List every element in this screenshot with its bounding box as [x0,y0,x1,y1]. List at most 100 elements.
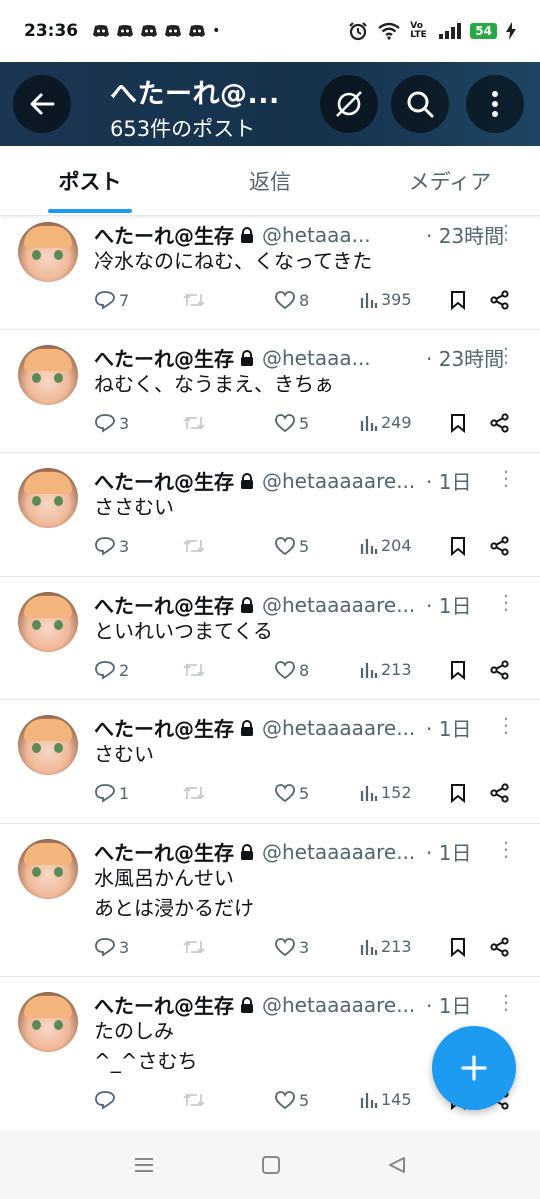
post-menu-icon[interactable]: ⋮ [496,590,516,614]
avatar[interactable] [18,222,78,282]
like-button[interactable]: 8 [274,290,309,310]
display-name[interactable]: へたーれ@生存 [94,220,234,249]
user-handle[interactable]: @hetaaaaare... [262,716,420,740]
post-menu-icon[interactable]: ⋮ [496,837,516,861]
reply-button[interactable] [94,1090,119,1110]
views-button[interactable]: 152 [360,783,412,802]
repost-icon [183,786,205,800]
views-button[interactable]: 395 [360,290,412,309]
share-icon [490,937,509,957]
heart-icon [275,414,295,433]
post-time[interactable]: · 23時間 [426,343,504,372]
recent-apps-icon[interactable] [133,1156,155,1174]
post-time[interactable]: · 23時間 [426,220,504,249]
like-button[interactable]: 5 [274,536,309,556]
avatar[interactable] [18,992,78,1052]
user-handle[interactable]: @hetaaaaare... [262,993,420,1017]
display-name[interactable]: へたーれ@生存 [94,837,234,866]
display-name[interactable]: へたーれ@生存 [94,713,234,742]
avatar[interactable] [18,592,78,652]
post-time[interactable]: · 1日 [426,990,471,1019]
reply-button[interactable]: 2 [94,660,129,680]
user-handle[interactable]: @hetaaaaare... [262,593,420,617]
post-menu-icon[interactable]: ⋮ [496,713,516,737]
back-button[interactable] [13,75,71,133]
share-button[interactable] [490,660,510,680]
reply-button[interactable]: 1 [94,783,129,803]
post-menu-icon[interactable]: ⋮ [496,990,516,1014]
repost-icon [183,663,205,677]
repost-button[interactable] [182,783,206,803]
post-item[interactable]: へたーれ@生存 @hetaaa... · 23時間 ⋮ ねむく、なうまえ、きちぁ… [0,330,540,453]
views-button[interactable]: 213 [360,937,412,956]
repost-button[interactable] [182,413,206,433]
share-button[interactable] [490,536,510,556]
like-button[interactable]: 5 [274,413,309,433]
post-text: ささむい [94,495,174,519]
repost-button[interactable] [182,937,206,957]
views-button[interactable]: 145 [360,1090,412,1109]
tab-replies[interactable]: 返信 [180,146,360,215]
avatar[interactable] [18,715,78,775]
post-item[interactable]: へたーれ@生存 @hetaaa... · 23時間 ⋮ 冷水なのにねむ、くなって… [0,216,540,330]
bookmark-button[interactable] [450,660,466,680]
like-button[interactable]: 3 [274,937,309,957]
post-time[interactable]: · 1日 [426,837,471,866]
home-icon[interactable] [261,1155,281,1175]
avatar[interactable] [18,839,78,899]
views-button[interactable]: 249 [360,413,412,432]
tab-media[interactable]: メディア [360,146,540,215]
display-name[interactable]: へたーれ@生存 [94,590,234,619]
post-menu-icon[interactable]: ⋮ [496,220,516,244]
search-button[interactable] [391,75,449,133]
post-feed[interactable]: へたーれ@生存 @hetaaa... · 23時間 ⋮ 冷水なのにねむ、くなって… [0,216,540,1130]
like-button[interactable]: 5 [274,783,309,803]
bookmark-button[interactable] [450,536,466,556]
share-button[interactable] [490,783,510,803]
tab-posts[interactable]: ポスト [0,146,180,215]
post-menu-icon[interactable]: ⋮ [496,343,516,367]
reply-button[interactable]: 3 [94,536,129,556]
share-button[interactable] [490,937,510,957]
more-options-button[interactable] [466,75,524,133]
reply-icon [95,291,115,310]
bookmark-button[interactable] [450,290,466,310]
display-name[interactable]: へたーれ@生存 [94,466,234,495]
views-button[interactable]: 204 [360,536,412,555]
like-button[interactable]: 8 [274,660,309,680]
compose-button[interactable] [432,1026,516,1110]
repost-button[interactable] [182,290,206,310]
hide-button[interactable] [320,75,378,133]
user-handle[interactable]: @hetaaaaare... [262,469,420,493]
post-time[interactable]: · 1日 [426,466,471,495]
avatar[interactable] [18,468,78,528]
post-item[interactable]: へたーれ@生存 @hetaaaaare... · 1日 ⋮ といれいつまてくる … [0,577,540,700]
reply-button[interactable]: 3 [94,413,129,433]
avatar[interactable] [18,345,78,405]
post-time[interactable]: · 1日 [426,590,471,619]
reply-button[interactable]: 7 [94,290,129,310]
bookmark-button[interactable] [450,413,466,433]
bookmark-button[interactable] [450,783,466,803]
repost-button[interactable] [182,536,206,556]
display-name[interactable]: へたーれ@生存 [94,990,234,1019]
repost-button[interactable] [182,660,206,680]
post-item[interactable]: へたーれ@生存 @hetaaaaare... · 1日 ⋮ ささむい 3 5 2… [0,453,540,577]
repost-button[interactable] [182,1090,206,1110]
display-name[interactable]: へたーれ@生存 [94,343,234,372]
user-handle[interactable]: @hetaaaaare... [262,840,420,864]
post-item[interactable]: へたーれ@生存 @hetaaaaare... · 1日 ⋮ さむい 1 5 15… [0,700,540,824]
bookmark-button[interactable] [450,937,466,957]
share-button[interactable] [490,413,510,433]
post-item[interactable]: へたーれ@生存 @hetaaaaare... · 1日 ⋮ 水風呂かんせい あと… [0,824,540,977]
post-text: 水風呂かんせい あとは浸かるだけ [94,866,254,920]
user-handle[interactable]: @hetaaa... [262,346,420,370]
reply-button[interactable]: 3 [94,937,129,957]
post-time[interactable]: · 1日 [426,713,471,742]
post-menu-icon[interactable]: ⋮ [496,466,516,490]
share-button[interactable] [490,290,510,310]
user-handle[interactable]: @hetaaa... [262,223,420,247]
views-button[interactable]: 213 [360,660,412,679]
like-button[interactable]: 5 [274,1090,309,1110]
back-nav-icon[interactable] [387,1155,407,1175]
